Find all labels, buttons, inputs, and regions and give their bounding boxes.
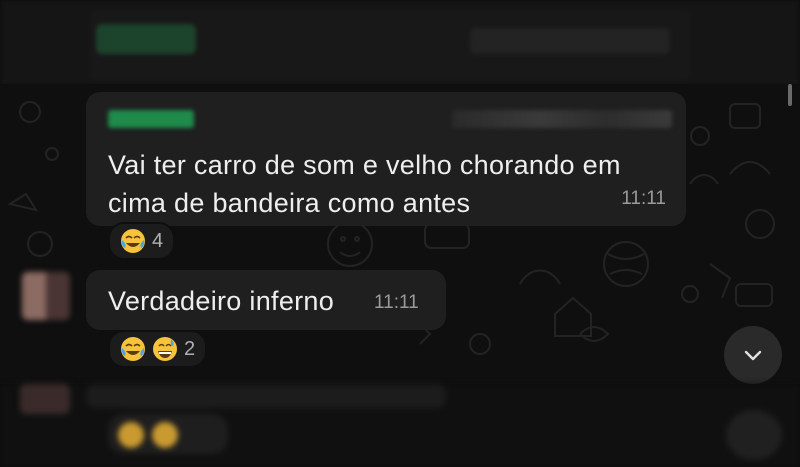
next-message-blurred [0,384,800,467]
chevron-down-icon [744,350,762,361]
avatar[interactable] [22,272,70,320]
sender-phone-redacted [452,110,672,128]
sender-name-redacted [108,110,194,128]
reaction-pill[interactable]: 2 [108,330,208,368]
message-timestamp: 11:11 [374,292,419,313]
reaction-count: 2 [184,337,196,360]
previous-message-blurred [0,0,800,86]
reaction-pill[interactable]: 4 [108,222,176,260]
message-text: Verdadeiro inferno [108,286,335,316]
message-text: Vai ter carro de som e velho chorando em… [108,150,621,218]
grinning-face-with-sweat-icon [153,337,177,361]
face-with-tears-of-joy-icon [121,229,145,253]
reaction-count: 4 [152,229,164,252]
scroll-to-bottom-button[interactable] [724,326,782,384]
message-bubble[interactable]: Vai ter carro de som e velho chorando em… [86,92,686,226]
face-with-tears-of-joy-icon [121,337,145,361]
chat-area[interactable]: Vai ter carro de som e velho chorando em… [0,84,800,384]
message-timestamp: 11:11 [621,188,666,209]
scrollbar-thumb[interactable] [788,84,792,106]
message-bubble[interactable]: Verdadeiro inferno 11:11 [86,270,446,330]
